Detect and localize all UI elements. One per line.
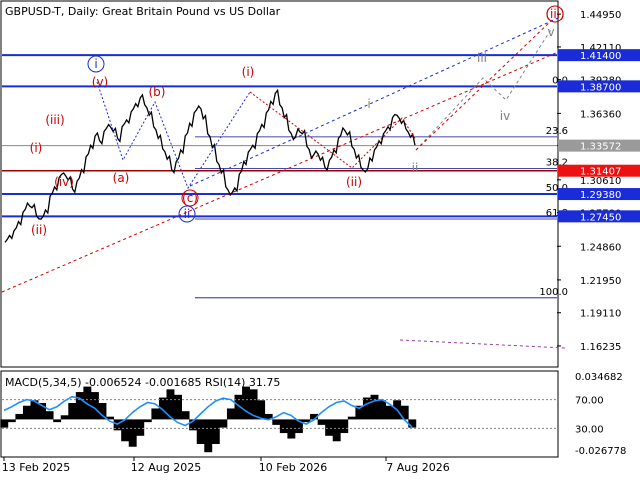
x-tick-label: 12 Aug 2025 <box>131 461 201 474</box>
price-tick-label: 1.19110 <box>580 309 621 320</box>
macd-bar <box>7 419 16 423</box>
wave-label: ii <box>184 207 191 221</box>
macd-bar <box>204 419 213 453</box>
macd-bar <box>45 411 54 420</box>
x-tick-label: 7 Aug 2026 <box>386 461 449 474</box>
macd-bar <box>15 413 24 420</box>
price-tick-label: 1.36360 <box>580 109 621 120</box>
macd-bar <box>211 419 220 445</box>
x-tick-label: 13 Feb 2025 <box>2 461 70 474</box>
indicator-tick-label: 30.00 <box>575 424 604 435</box>
wave-label: i <box>367 97 370 111</box>
macd-bar <box>90 392 99 420</box>
x-tick-label: 10 Feb 2026 <box>259 461 327 474</box>
macd-bar <box>362 397 371 420</box>
macd-bar <box>136 419 145 436</box>
macd-bar <box>0 419 9 428</box>
wave-label: (ii) <box>346 175 362 189</box>
price-tag-label: 1.27450 <box>580 212 621 223</box>
chart-window[interactable]: GBPUSD-T, Daily: Great Britain Pound vs … <box>0 0 640 480</box>
wave-label: (c) <box>182 191 198 205</box>
macd-bar <box>151 408 160 420</box>
price-tick-label: 1.21950 <box>580 276 621 287</box>
macd-bar <box>332 419 341 442</box>
fib-label: 100.0 <box>539 287 568 298</box>
price-tag-label: 1.33572 <box>580 142 621 153</box>
macd-bar <box>279 419 288 434</box>
wave-label: (a) <box>113 171 130 185</box>
wave-label: (ii) <box>31 223 47 237</box>
price-tick-label: 1.16235 <box>580 342 621 353</box>
macd-bar <box>226 408 235 420</box>
macd-bar <box>22 405 31 420</box>
macd-bar <box>83 386 92 420</box>
chart-svg: GBPUSD-T, Daily: Great Britain Pound vs … <box>0 0 640 474</box>
macd-bar <box>370 394 379 420</box>
macd-bar <box>242 386 250 420</box>
price-tag-label: 1.29380 <box>580 190 621 201</box>
macd-bar <box>196 419 205 445</box>
macd-bar <box>272 419 281 425</box>
wave-label: iii <box>477 51 487 65</box>
wave-label: (i) <box>242 65 255 79</box>
macd-bar <box>181 411 190 420</box>
fib-label: 23.6 <box>546 126 568 137</box>
wave-label: ii <box>412 161 419 175</box>
chart-title: GBPUSD-T, Daily: Great Britain Pound vs … <box>5 5 281 18</box>
macd-bar <box>385 405 394 420</box>
price-tag-label: 1.31407 <box>580 167 621 178</box>
macd-bar <box>317 419 326 425</box>
wave-label: (b) <box>149 85 166 99</box>
macd-bar <box>287 419 296 439</box>
macd-bar <box>68 403 77 420</box>
indicator-title: MACD(5,34,5) -0.006524 -0.001685 RSI(14)… <box>5 376 280 389</box>
wave-label: (v) <box>92 75 108 89</box>
macd-bar <box>340 419 349 434</box>
indicator-tick-label: 70.00 <box>575 396 604 407</box>
macd-bar <box>121 419 130 442</box>
wave-label: v <box>547 25 554 39</box>
price-tag-label: 1.41400 <box>580 51 621 62</box>
macd-bar <box>325 419 334 436</box>
wave-label: iv <box>500 109 510 123</box>
price-tick-label: 1.44950 <box>580 10 621 21</box>
macd-bar <box>219 419 228 428</box>
wave-label: (iii) <box>545 7 564 21</box>
macd-bar <box>75 392 84 420</box>
macd-bar <box>60 415 69 420</box>
macd-bar <box>174 394 182 420</box>
macd-bar <box>378 400 386 420</box>
wave-label: (i) <box>30 141 43 155</box>
macd-bar <box>128 419 137 447</box>
macd-bar <box>347 416 356 420</box>
wave-label: (iv) <box>54 175 74 189</box>
macd-bar <box>53 419 62 423</box>
indicator-tick-label: -0.026778 <box>575 446 626 457</box>
indicator-tick-label: 0.034682 <box>575 372 623 383</box>
price-tag-label: 1.38700 <box>580 82 621 93</box>
wave-label: i <box>94 57 97 71</box>
wave-label: (iii) <box>45 113 64 127</box>
price-tick-label: 1.24860 <box>580 242 621 253</box>
macd-bar <box>143 419 152 423</box>
